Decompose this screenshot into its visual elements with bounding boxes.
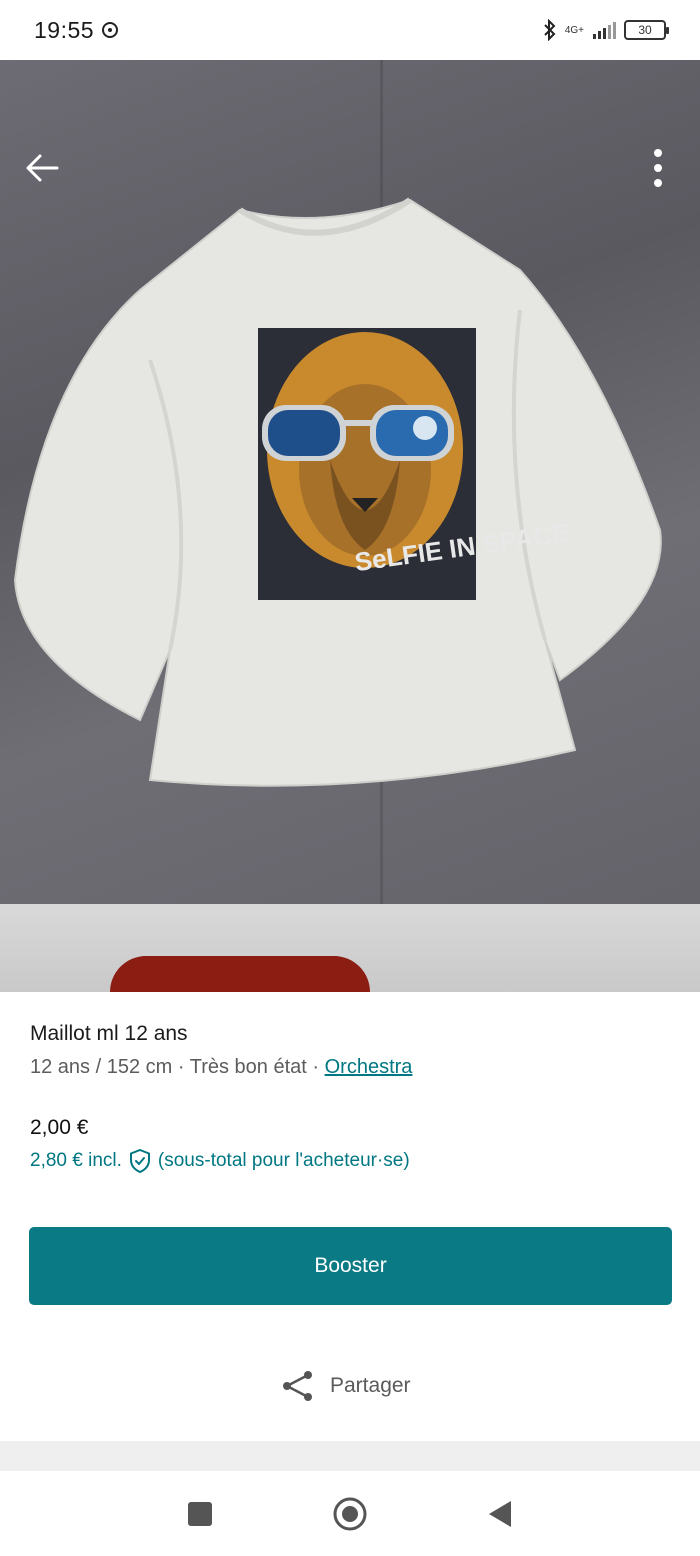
status-right: 4G+ 30 [543, 19, 669, 41]
arrow-left-icon [26, 154, 59, 182]
more-vertical-icon [654, 149, 662, 187]
share-icon [283, 1371, 312, 1401]
product-condition: Très bon état [189, 1056, 307, 1078]
square-icon [188, 1501, 212, 1526]
product-title: Maillot ml 12 ans [30, 1022, 188, 1045]
triangle-back-icon [489, 1500, 511, 1527]
share-button[interactable]: Partager [280, 1366, 411, 1406]
system-nav-bar [0, 1471, 700, 1556]
home-button[interactable] [330, 1494, 370, 1534]
back-button[interactable] [14, 140, 70, 196]
system-back-button[interactable] [480, 1494, 520, 1534]
signal-icon [593, 22, 616, 39]
buyer-price-note: (sous-total pour l'acheteur·se) [157, 1150, 410, 1171]
product-size: 12 ans / 152 cm [30, 1056, 173, 1078]
sync-icon [102, 22, 119, 38]
network-label: 4G+ [564, 24, 584, 36]
section-divider [0, 1441, 700, 1471]
shield-check-icon [129, 1148, 150, 1174]
product-info: Maillot ml 12 ans 12 ans / 152 cm · Très… [30, 1022, 670, 1079]
battery-icon: 30 [624, 20, 669, 40]
buyer-price-row[interactable]: 2,80 € incl. (sous-total pour l'acheteur… [30, 1148, 410, 1174]
circle-icon [333, 1497, 367, 1530]
brand-link[interactable]: Orchestra [325, 1056, 413, 1078]
battery-level: 30 [638, 23, 652, 37]
product-meta: 12 ans / 152 cm · Très bon état · Orches… [30, 1056, 670, 1079]
bluetooth-icon [544, 19, 556, 41]
status-bar: 19:55 4G+ 30 [0, 0, 700, 60]
recent-apps-button[interactable] [180, 1494, 220, 1534]
status-left: 19:55 [34, 16, 119, 44]
meta-separator: · [172, 1056, 190, 1078]
booster-button[interactable]: Booster [29, 1227, 672, 1305]
meta-separator-2: · [306, 1056, 325, 1078]
product-price: 2,00 € [30, 1116, 89, 1139]
shirt-illustration: SeLFIE IN SPACE [13, 197, 662, 787]
clock: 19:55 [34, 16, 95, 43]
buyer-price: 2,80 € incl. [30, 1150, 122, 1171]
share-label: Partager [330, 1374, 411, 1397]
more-options-button[interactable] [630, 140, 686, 196]
product-photo[interactable]: SeLFIE IN SPACE [0, 60, 700, 992]
booster-label: Booster [314, 1254, 387, 1277]
